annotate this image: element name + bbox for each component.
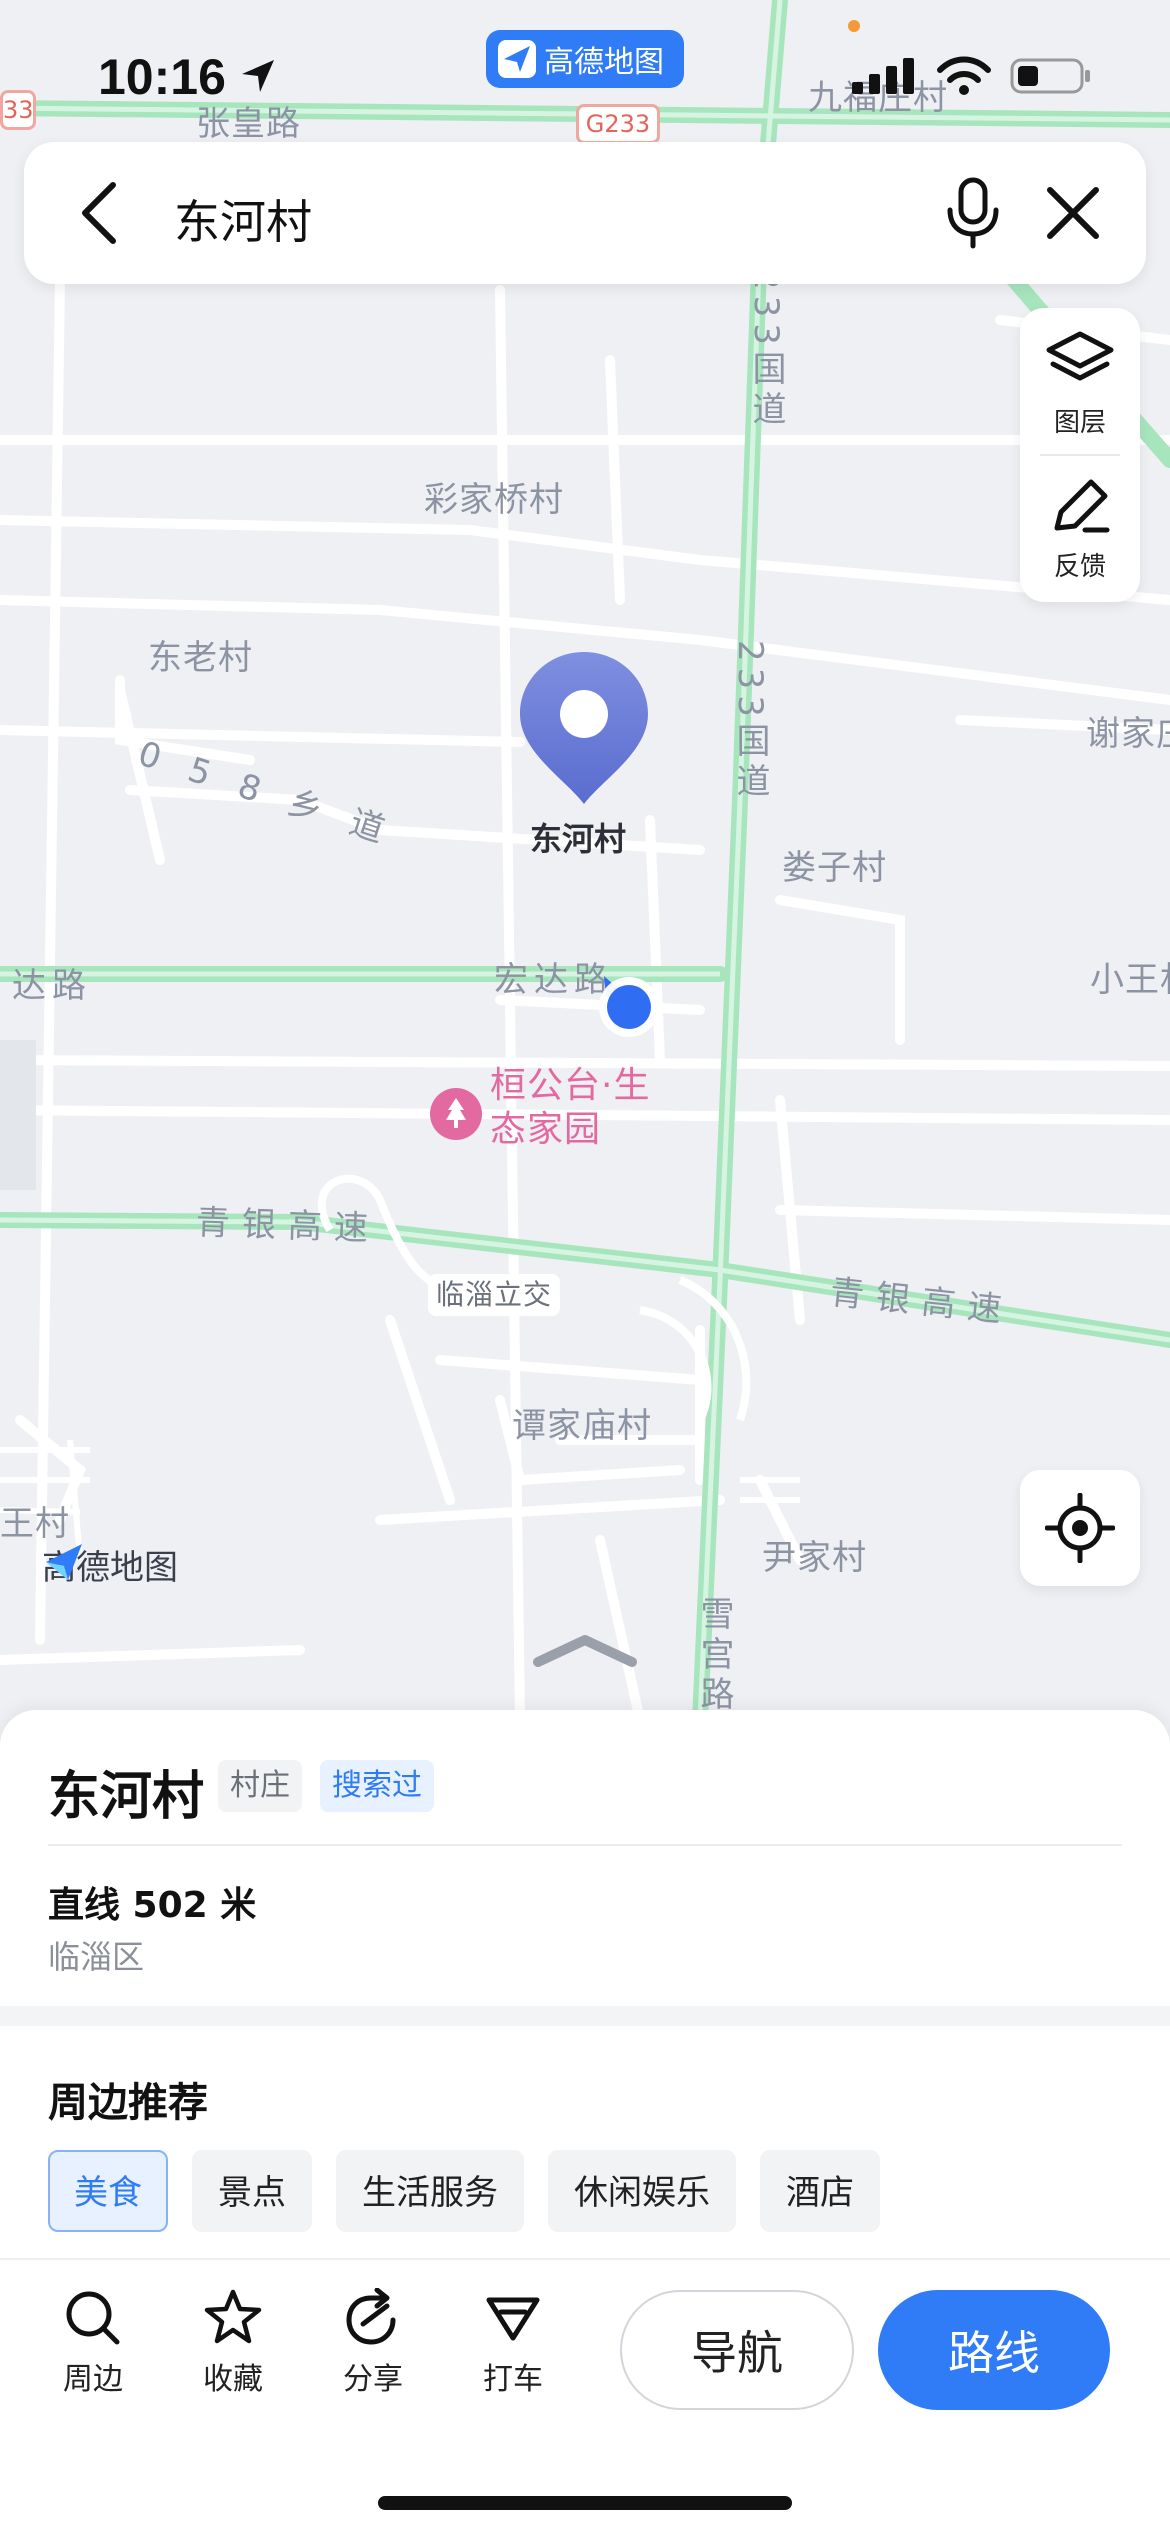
location-arrow-icon xyxy=(238,56,278,100)
my-location-dot xyxy=(596,974,662,1040)
tool-divider xyxy=(1040,454,1120,456)
park-poi-icon[interactable] xyxy=(428,1086,484,1142)
share-button[interactable]: 分享 xyxy=(318,2288,428,2398)
village-label-donglao: 东老村 xyxy=(148,638,253,678)
locate-me-button[interactable] xyxy=(1020,1470,1140,1586)
crosshair-icon xyxy=(1045,1493,1115,1563)
microphone-icon[interactable] xyxy=(938,176,1008,250)
place-pin-marker[interactable] xyxy=(516,648,652,808)
status-time: 10:16 xyxy=(98,49,226,105)
taxi-label: 打车 xyxy=(483,2362,543,2397)
taxi-button[interactable]: 打车 xyxy=(458,2288,568,2398)
sheet-divider xyxy=(48,1844,1122,1846)
chip-hotel[interactable]: 酒店 xyxy=(760,2150,880,2232)
bottom-action-bar: 周边 收藏 分享 打车 导航 路线 xyxy=(0,2258,1170,2532)
nearby-title: 周边推荐 xyxy=(48,2080,208,2126)
road-label-233-mid: 233国道 xyxy=(730,640,770,803)
nearby-category-chips: 美食 景点 生活服务 休闲娱乐 酒店 xyxy=(48,2150,880,2232)
star-icon xyxy=(204,2289,262,2344)
return-to-app-pill[interactable]: 高德地图 xyxy=(486,30,684,88)
village-label-xiejia: 谢家庄 xyxy=(1086,714,1170,754)
searched-tag: 搜索过 xyxy=(320,1760,434,1812)
route-button[interactable]: 路线 xyxy=(878,2290,1110,2410)
search-icon xyxy=(66,2291,120,2345)
app-pill-label: 高德地图 xyxy=(544,45,664,80)
search-bar[interactable]: 东河村 xyxy=(24,142,1146,284)
amap-pill-icon xyxy=(498,40,536,78)
feedback-button[interactable]: 反馈 xyxy=(1020,458,1140,598)
interchange-label-linzi: 临淄立交 xyxy=(428,1274,561,1316)
favorite-label: 收藏 xyxy=(203,2362,263,2397)
place-pin-label: 东河村 xyxy=(530,820,627,858)
chip-attractions[interactable]: 景点 xyxy=(192,2150,312,2232)
village-label-louzi: 娄子村 xyxy=(782,848,887,888)
village-label-caijiaqiao: 彩家桥村 xyxy=(424,480,564,520)
road-label-233-upper: 233国道 xyxy=(746,268,786,431)
place-district: 临淄区 xyxy=(48,1938,145,1976)
chip-life-services[interactable]: 生活服务 xyxy=(336,2150,524,2232)
place-type-tag: 村庄 xyxy=(218,1760,302,1812)
sheet-expand-chevron-icon[interactable] xyxy=(530,1630,640,1670)
place-distance: 直线 502 米 xyxy=(48,1885,257,1926)
place-name: 东河村 xyxy=(48,1767,205,1827)
navigate-button[interactable]: 导航 xyxy=(620,2290,854,2410)
share-label: 分享 xyxy=(343,2362,403,2397)
section-gap xyxy=(0,2006,1170,2026)
layers-icon xyxy=(1046,331,1114,380)
wifi-icon xyxy=(936,56,992,100)
cellular-signal-icon xyxy=(852,58,918,98)
road-label-qingyin-left: 青银高速 xyxy=(195,1202,381,1250)
search-input[interactable]: 东河村 xyxy=(174,186,312,252)
map-tool-panel: 图层 反馈 xyxy=(1020,308,1140,602)
share-icon xyxy=(346,2288,396,2345)
battery-icon xyxy=(1010,58,1092,98)
village-label-xiaowang: 小王村 xyxy=(1090,960,1170,1000)
chip-food[interactable]: 美食 xyxy=(48,2150,168,2232)
amap-logo-icon xyxy=(46,1544,82,1580)
taxi-icon xyxy=(486,2297,540,2341)
layers-button[interactable]: 图层 xyxy=(1020,314,1140,454)
nearby-button[interactable]: 周边 xyxy=(38,2288,148,2398)
nearby-label: 周边 xyxy=(63,2362,123,2397)
status-bar: 10:16 高德地图 xyxy=(0,0,1170,140)
village-label-tanjiamiao: 谭家庙村 xyxy=(512,1406,652,1446)
feedback-label: 反馈 xyxy=(1053,551,1106,582)
favorite-button[interactable]: 收藏 xyxy=(178,2288,288,2398)
poi-label-huangongtai[interactable]: 桓公台·生态家园 xyxy=(490,1064,670,1152)
village-label-yinjia: 尹家村 xyxy=(762,1538,867,1578)
home-indicator xyxy=(378,2496,792,2510)
layers-label: 图层 xyxy=(1053,407,1106,438)
road-label-xuegong: 雪宫路 xyxy=(694,1596,734,1716)
village-label-left-edge: 王村 xyxy=(0,1504,70,1544)
back-arrow-icon[interactable] xyxy=(64,178,134,248)
edit-pencil-icon xyxy=(1054,479,1110,532)
chip-entertainment[interactable]: 休闲娱乐 xyxy=(548,2150,736,2232)
privacy-indicator-dot xyxy=(848,20,860,32)
close-icon[interactable] xyxy=(1038,178,1108,248)
map-brand-logo: 高德地图 xyxy=(42,1540,178,1589)
road-label-hongda-left: 达路 xyxy=(12,966,92,1006)
